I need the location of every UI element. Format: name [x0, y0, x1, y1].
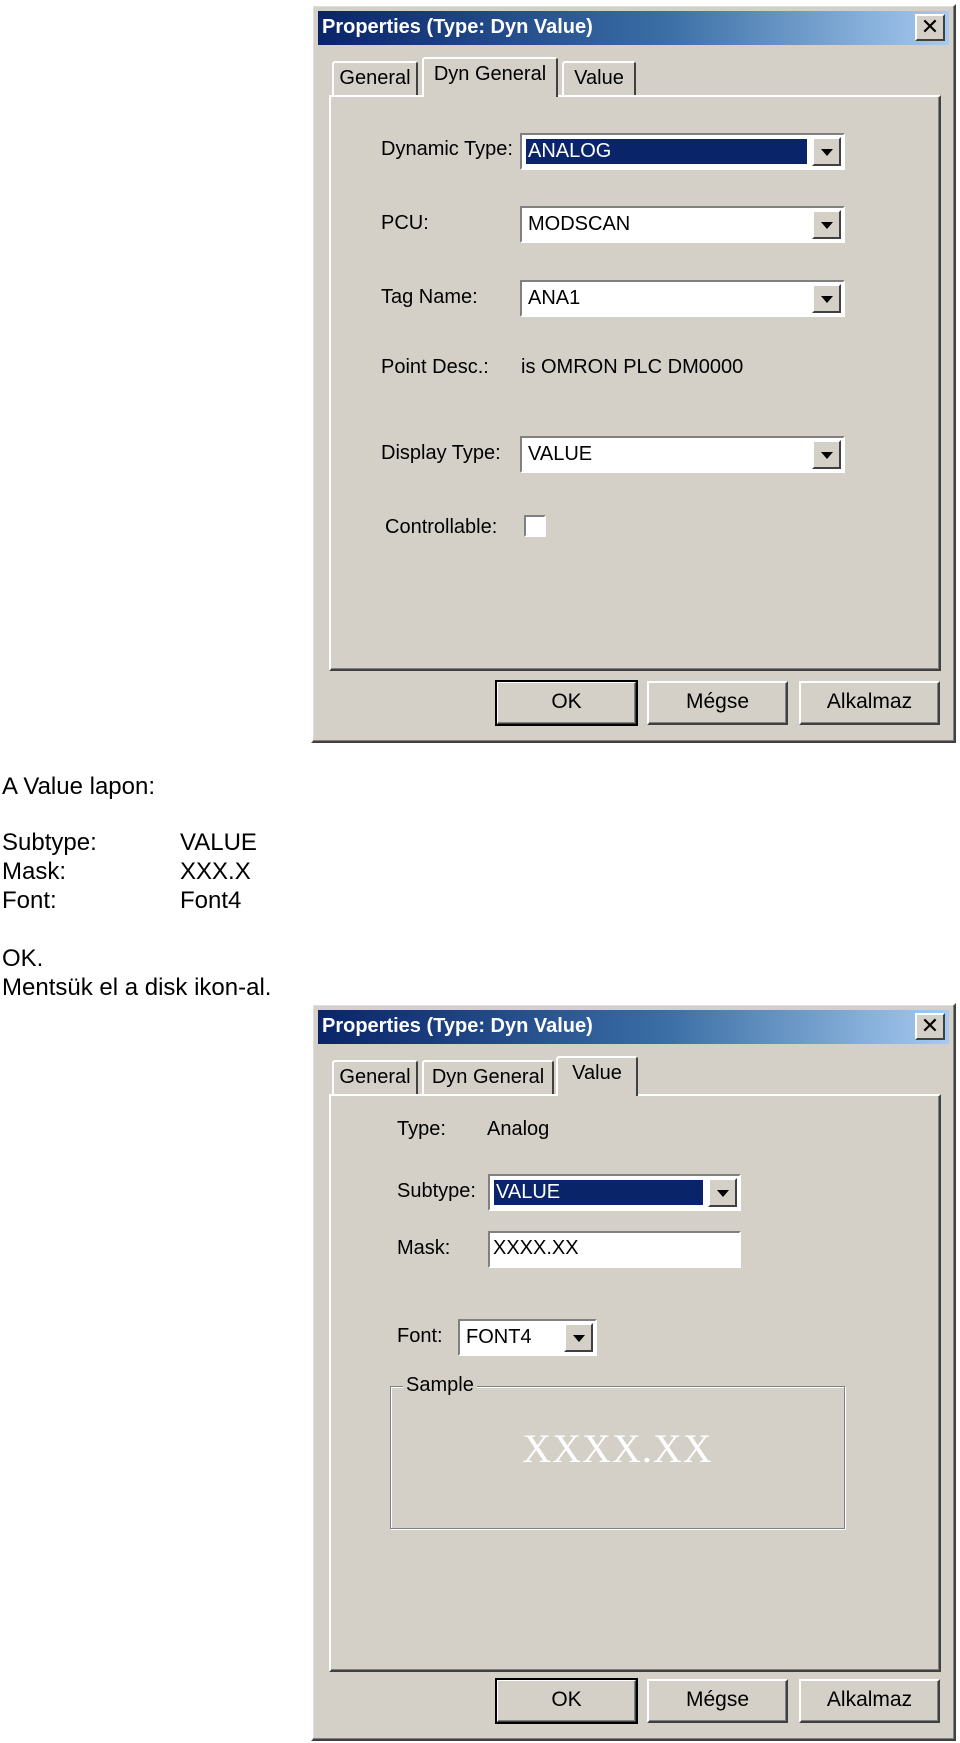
tab-dyn-general[interactable]: Dyn General: [422, 57, 558, 97]
sample-group-label: Sample: [403, 1374, 477, 1397]
tab-general[interactable]: General: [332, 1060, 418, 1094]
properties-dialog-dyn-general: Properties (Type: Dyn Value) ✕ General D…: [311, 4, 956, 743]
display-type-value: VALUE: [528, 443, 593, 465]
title-bar[interactable]: Properties (Type: Dyn Value) ✕: [318, 11, 949, 45]
cancel-button[interactable]: Mégse: [647, 681, 788, 725]
apply-button[interactable]: Alkalmaz: [799, 1679, 940, 1723]
dialog-title: Properties (Type: Dyn Value): [322, 16, 593, 38]
dynamic-type-select[interactable]: ANALOG: [520, 133, 845, 170]
mask-label: Mask:: [397, 1237, 451, 1259]
dynamic-type-value: ANALOG: [525, 138, 808, 165]
subtype-label: Subtype:: [397, 1180, 476, 1202]
font-label: Font:: [397, 1325, 443, 1347]
ok-instruction: OK.: [2, 945, 44, 972]
tab-panel: [329, 95, 941, 671]
mask-input[interactable]: XXXX.XX: [488, 1231, 741, 1268]
tab-value[interactable]: Value: [562, 61, 636, 95]
dropdown-arrow-icon[interactable]: [812, 284, 841, 313]
font-select[interactable]: FONT4: [458, 1319, 597, 1356]
mask-instruction-value: XXX.X: [180, 858, 251, 885]
display-type-select[interactable]: VALUE: [520, 436, 845, 473]
dropdown-arrow-icon[interactable]: [564, 1323, 593, 1352]
pcu-select[interactable]: MODSCAN: [520, 206, 845, 243]
dialog-title: Properties (Type: Dyn Value): [322, 1015, 593, 1037]
dynamic-type-label: Dynamic Type:: [381, 138, 513, 160]
ok-button[interactable]: OK: [495, 680, 638, 726]
mask-instruction-label: Mask:: [2, 858, 67, 885]
dropdown-arrow-icon[interactable]: [812, 210, 841, 239]
type-label: Type:: [397, 1118, 446, 1140]
font-instruction-label: Font:: [2, 887, 57, 914]
tab-general[interactable]: General: [332, 61, 418, 95]
close-button[interactable]: ✕: [915, 14, 945, 41]
controllable-checkbox[interactable]: [524, 515, 546, 537]
tag-name-value: ANA1: [528, 287, 581, 309]
point-desc-value: is OMRON PLC DM0000: [521, 356, 744, 378]
dropdown-arrow-icon[interactable]: [812, 440, 841, 469]
properties-dialog-value: Properties (Type: Dyn Value) ✕ General D…: [311, 1003, 956, 1741]
subtype-instruction-label: Subtype:: [2, 829, 97, 856]
save-instruction: Mentsük el a disk ikon-al.: [2, 974, 272, 1001]
close-button[interactable]: ✕: [915, 1013, 945, 1040]
font-value: FONT4: [466, 1326, 532, 1348]
subtype-value: VALUE: [493, 1179, 704, 1206]
sample-group: Sample XXXX.XX: [390, 1374, 845, 1529]
dropdown-arrow-icon[interactable]: [812, 137, 841, 166]
font-instruction-value: Font4: [180, 887, 242, 914]
pcu-label: PCU:: [381, 212, 429, 234]
sample-preview-text: XXXX.XX: [522, 1426, 713, 1471]
tab-value[interactable]: Value: [556, 1056, 638, 1096]
cancel-button[interactable]: Mégse: [647, 1679, 788, 1723]
tag-name-select[interactable]: ANA1: [520, 280, 845, 317]
controllable-label: Controllable:: [385, 516, 498, 538]
apply-button[interactable]: Alkalmaz: [799, 681, 940, 725]
point-desc-label: Point Desc.:: [381, 356, 489, 378]
instruction-intro: A Value lapon:: [2, 773, 156, 800]
subtype-instruction-value: VALUE: [180, 829, 257, 856]
ok-button[interactable]: OK: [495, 1678, 638, 1724]
display-type-label: Display Type:: [381, 442, 501, 464]
type-value: Analog: [487, 1118, 550, 1140]
dropdown-arrow-icon[interactable]: [708, 1178, 737, 1207]
title-bar[interactable]: Properties (Type: Dyn Value) ✕: [318, 1010, 949, 1044]
tab-dyn-general[interactable]: Dyn General: [422, 1060, 554, 1094]
tag-name-label: Tag Name:: [381, 286, 478, 308]
pcu-value: MODSCAN: [528, 213, 631, 235]
subtype-select[interactable]: VALUE: [488, 1174, 741, 1211]
